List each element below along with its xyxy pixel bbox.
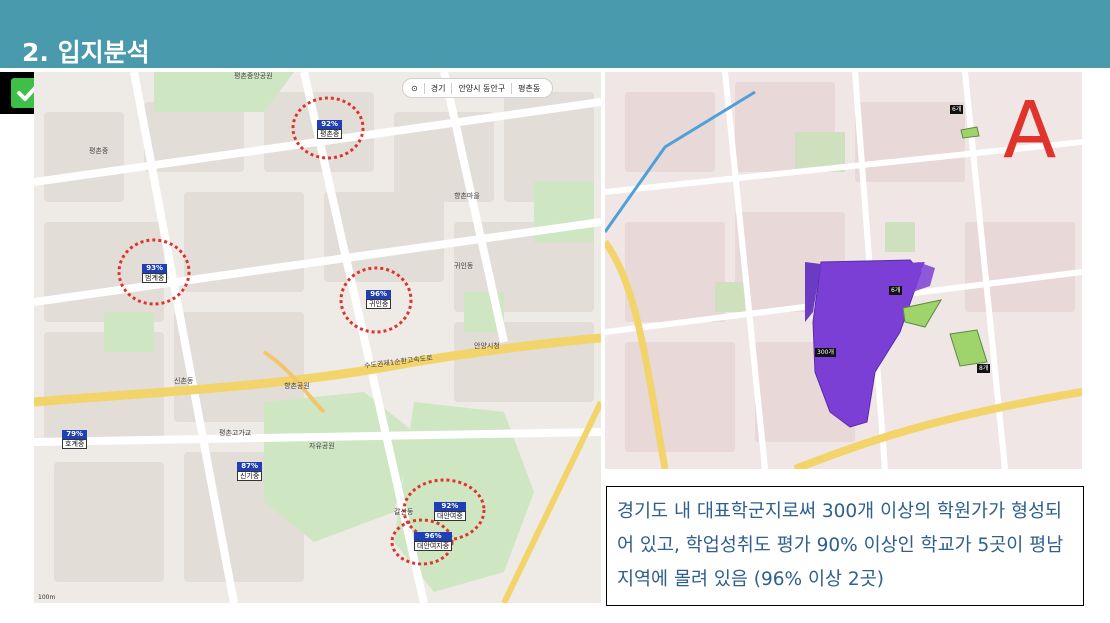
school-badge[interactable]: 96% 귀인중 (366, 290, 392, 309)
crumb-province[interactable]: 경기 (423, 82, 452, 94)
school-badge[interactable]: 93% 범계중 (142, 264, 168, 283)
map-label: 평촌중앙공원 (234, 72, 273, 80)
school-district-map[interactable]: ⊙ 경기 안양시 동안구 평촌동 평촌중앙공원 평촌중 향촌마을 안양시청 귀인… (34, 72, 601, 603)
map-label: 평촌중 (89, 147, 109, 155)
school-badge[interactable]: 96% 대안여자중 (414, 532, 453, 551)
crumb-dong[interactable]: 평촌동 (511, 82, 546, 94)
zone-letter: A (1003, 86, 1057, 176)
school-badge[interactable]: 79% 호계중 (62, 430, 88, 449)
count-tag: 8개 (977, 364, 991, 373)
map-label: 자유공원 (309, 442, 335, 450)
map-breadcrumb[interactable]: ⊙ 경기 안양시 동안구 평촌동 (402, 78, 554, 98)
map-label: 신촌동 (174, 377, 194, 385)
map-background (34, 72, 601, 603)
page-title: 2. 입지분석 (22, 38, 150, 67)
academy-zone-map[interactable]: A 6개 6개 300개 8개 (605, 72, 1082, 469)
map-label: 향촌공원 (284, 382, 310, 390)
map-label: 갈산동 (394, 508, 414, 516)
map-label: 평촌고가교 (219, 429, 252, 437)
crumb-city[interactable]: 안양시 동안구 (451, 82, 511, 94)
school-badge[interactable]: 87% 신기중 (237, 462, 263, 481)
summary-box: 경기도 내 대표학군지로써 300개 이상의 학원가가 형성되어 있고, 학업성… (606, 486, 1084, 606)
map-label: 향촌마을 (454, 192, 480, 200)
map-label: 안양시청 (474, 342, 500, 350)
summary-text: 경기도 내 대표학군지로써 300개 이상의 학원가가 형성되어 있고, 학업성… (617, 501, 1064, 590)
school-badge[interactable]: 92% 대안여중 (434, 502, 466, 521)
school-badge[interactable]: 92% 평촌중 (317, 120, 343, 139)
header-bar: 2. 입지분석 (0, 0, 1110, 68)
count-tag: 6개 (950, 105, 964, 114)
location-icon: ⊙ (411, 83, 418, 93)
count-tag: 6개 (889, 286, 903, 295)
map-scale: 100m (38, 594, 56, 601)
count-tag: 300개 (815, 348, 836, 357)
map-label: 귀인동 (454, 262, 474, 270)
